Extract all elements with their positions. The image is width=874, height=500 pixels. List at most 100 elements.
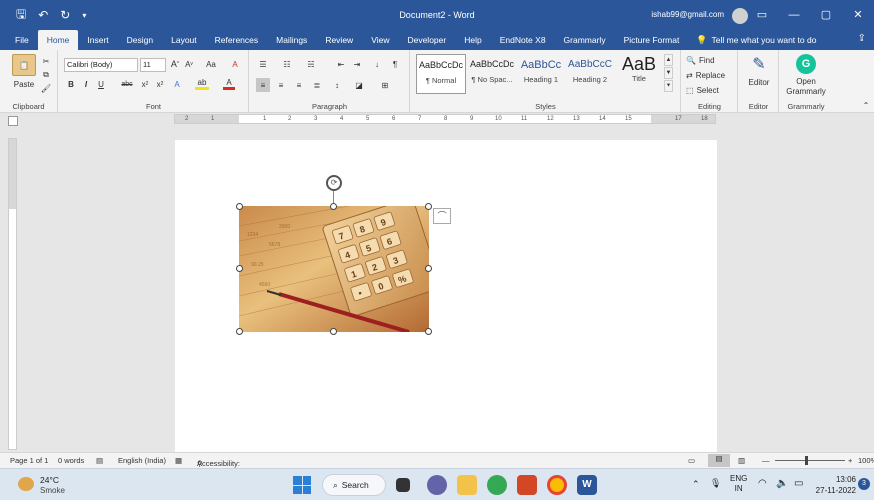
- subscript-icon[interactable]: x2: [139, 78, 151, 90]
- resize-handle-ne[interactable]: [425, 203, 432, 210]
- tab-help[interactable]: Help: [455, 30, 490, 50]
- zoom-level[interactable]: 100%: [858, 456, 874, 465]
- shrink-font-icon[interactable]: Av: [183, 58, 195, 70]
- tab-layout[interactable]: Layout: [162, 30, 206, 50]
- bold-icon[interactable]: B: [65, 78, 77, 90]
- find-button[interactable]: 🔍 Find: [686, 54, 736, 66]
- text-effects-icon[interactable]: A: [171, 78, 183, 90]
- superscript-icon[interactable]: x2: [154, 78, 166, 90]
- save-icon[interactable]: 🖫: [16, 5, 26, 26]
- chrome-profile-icon[interactable]: [487, 475, 507, 495]
- paste-icon[interactable]: 📋: [12, 54, 36, 76]
- editor-icon[interactable]: ✎: [749, 54, 769, 74]
- zoom-in-icon[interactable]: +: [848, 456, 852, 465]
- wifi-icon[interactable]: ◠: [758, 478, 767, 489]
- grammarly-icon[interactable]: G: [796, 54, 816, 74]
- page-count[interactable]: Page 1 of 1: [10, 456, 48, 465]
- language-indicator[interactable]: ENG IN: [730, 474, 747, 494]
- open-grammarly-button[interactable]: Open Grammarly: [780, 76, 832, 98]
- weather-widget[interactable]: 24°C Smoke: [18, 473, 88, 497]
- style-heading-2[interactable]: AaBbCcC Heading 2: [565, 54, 615, 94]
- font-color-icon[interactable]: A: [223, 78, 235, 90]
- volume-icon[interactable]: 🔈: [776, 478, 788, 489]
- collapse-ribbon-icon[interactable]: ⌃: [860, 100, 872, 110]
- align-center-icon[interactable]: ≡: [274, 78, 288, 92]
- styles-more-icon[interactable]: ⯆: [664, 80, 673, 92]
- focus-mode-icon[interactable]: ▭: [688, 456, 695, 465]
- powerpoint-icon[interactable]: [517, 475, 537, 495]
- sort-icon[interactable]: ↓: [370, 58, 384, 70]
- tab-insert[interactable]: Insert: [78, 30, 117, 50]
- copy-icon[interactable]: ⧉: [40, 70, 52, 80]
- resize-handle-sw[interactable]: [236, 328, 243, 335]
- increase-indent-icon[interactable]: ⇥: [350, 58, 364, 70]
- resize-handle-s[interactable]: [330, 328, 337, 335]
- style-normal[interactable]: AaBbCcDc ¶ Normal: [416, 54, 466, 94]
- resize-handle-nw[interactable]: [236, 203, 243, 210]
- share-icon[interactable]: ⇪: [858, 33, 866, 44]
- close-icon[interactable]: ✕: [842, 0, 874, 30]
- ruler-corner[interactable]: [8, 116, 18, 126]
- borders-icon[interactable]: ⊞: [378, 78, 392, 92]
- numbering-icon[interactable]: ☷: [280, 58, 294, 70]
- tab-mailings[interactable]: Mailings: [267, 30, 316, 50]
- show-marks-icon[interactable]: ¶: [388, 58, 402, 70]
- paste-button[interactable]: Paste: [8, 78, 40, 90]
- strikethrough-icon[interactable]: abc: [119, 78, 135, 90]
- tab-home[interactable]: Home: [37, 30, 79, 50]
- user-email[interactable]: ishab99@gmail.com: [651, 0, 724, 30]
- minimize-icon[interactable]: —: [778, 0, 810, 30]
- tab-file[interactable]: File: [6, 30, 38, 50]
- inserted-picture[interactable]: 1234 5678 90.25 3300 4560 789 456 123 • 0%: [239, 206, 429, 332]
- tab-references[interactable]: References: [206, 30, 267, 50]
- resize-handle-e[interactable]: [425, 265, 432, 272]
- clear-formatting-icon[interactable]: A: [229, 58, 241, 70]
- undo-icon[interactable]: ↶: [38, 8, 48, 22]
- style-title[interactable]: AaB Title: [614, 54, 664, 94]
- rotate-handle-icon[interactable]: ⟳: [326, 175, 342, 191]
- bullets-icon[interactable]: ☰: [256, 58, 270, 70]
- cut-icon[interactable]: ✂: [40, 56, 52, 66]
- microphone-icon[interactable]: 🎙: [710, 478, 721, 489]
- tab-grammarly[interactable]: Grammarly: [555, 30, 615, 50]
- style-heading-1[interactable]: AaBbCc Heading 1: [516, 54, 566, 94]
- styles-scroll-up-icon[interactable]: ▲: [664, 54, 673, 66]
- tell-me-search[interactable]: Tell me what you want to do: [712, 30, 817, 50]
- multilevel-list-icon[interactable]: ☵: [304, 58, 318, 70]
- replace-button[interactable]: ⇄ Replace: [686, 69, 736, 81]
- predictions-icon[interactable]: ▦: [175, 456, 182, 465]
- clock[interactable]: 13:06 27-11-2022: [808, 474, 856, 496]
- redo-icon[interactable]: ↻: [60, 8, 70, 22]
- align-right-icon[interactable]: ≡: [292, 78, 306, 92]
- taskbar-search[interactable]: ⌕ Search: [322, 474, 386, 496]
- format-painter-icon[interactable]: 🖌: [40, 83, 52, 93]
- select-button[interactable]: ⬚ Select: [686, 84, 736, 96]
- resize-handle-w[interactable]: [236, 265, 243, 272]
- customize-icon[interactable]: ▾: [82, 11, 86, 20]
- vertical-ruler[interactable]: [8, 138, 17, 450]
- word-count[interactable]: 0 words: [58, 456, 84, 465]
- task-view-icon[interactable]: [396, 478, 410, 492]
- justify-icon[interactable]: ≣: [310, 78, 324, 92]
- resize-handle-se[interactable]: [425, 328, 432, 335]
- font-size-dropdown[interactable]: 11: [140, 58, 166, 72]
- chrome-icon[interactable]: [547, 475, 567, 495]
- zoom-slider[interactable]: [775, 460, 845, 461]
- maximize-icon[interactable]: ▢: [810, 0, 842, 30]
- chat-icon[interactable]: [427, 475, 447, 495]
- style-no-spacing[interactable]: AaBbCcDc ¶ No Spac...: [467, 54, 517, 94]
- styles-scroll-down-icon[interactable]: ▼: [664, 67, 673, 79]
- proofing-icon[interactable]: ▤: [96, 456, 103, 465]
- tab-design[interactable]: Design: [118, 30, 162, 50]
- ribbon-display-icon[interactable]: ▭: [746, 0, 778, 30]
- horizontal-ruler[interactable]: 2 1 1 2 3 4 5 6 7 8 9 10 11 12 13 14 15 …: [174, 114, 716, 124]
- underline-icon[interactable]: U: [95, 78, 107, 90]
- zoom-out-icon[interactable]: —: [762, 456, 770, 465]
- change-case-icon[interactable]: Aa: [202, 58, 220, 70]
- highlight-icon[interactable]: ab: [195, 78, 209, 90]
- shading-icon[interactable]: ◪: [352, 78, 366, 92]
- notification-badge[interactable]: 3: [858, 478, 870, 490]
- tab-developer[interactable]: Developer: [398, 30, 455, 50]
- word-icon[interactable]: W: [577, 475, 597, 495]
- tab-review[interactable]: Review: [316, 30, 362, 50]
